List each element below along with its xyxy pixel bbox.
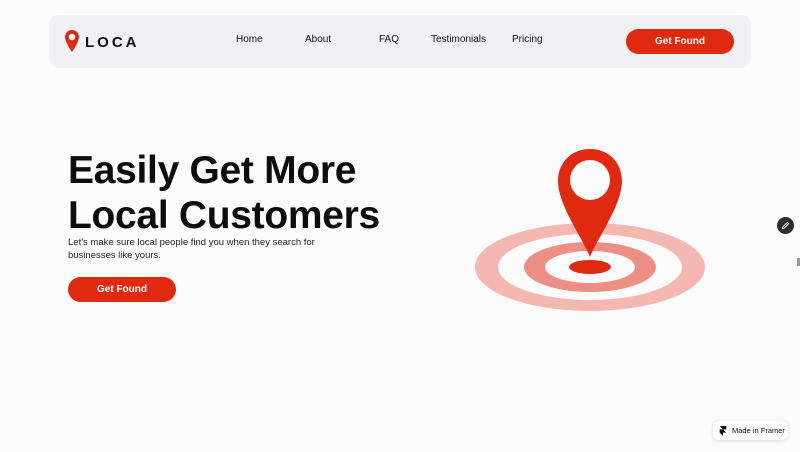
nav-item-testimonials[interactable]: Testimonials (431, 34, 486, 45)
hero-get-found-button[interactable]: Get Found (68, 277, 176, 302)
edit-button[interactable] (777, 217, 794, 234)
location-target-illustration (475, 149, 705, 311)
pencil-icon (781, 221, 790, 230)
hero-subtitle: Let's make sure local people find you wh… (68, 237, 315, 261)
nav-item-pricing[interactable]: Pricing (512, 34, 543, 45)
made-in-framer-badge[interactable]: Made in Framer (713, 421, 788, 440)
top-navbar: LOCA Home About FAQ Testimonials Pricing… (49, 15, 751, 68)
hero-title-line-2: Local Customers (68, 194, 380, 237)
brand-name: LOCA (85, 33, 140, 51)
pin-shadow (569, 260, 611, 274)
nav-get-found-button[interactable]: Get Found (626, 29, 734, 54)
nav-item-about[interactable]: About (305, 34, 331, 45)
pin-hole (570, 160, 610, 200)
brand-logo[interactable]: LOCA (65, 29, 140, 55)
badge-label: Made in Framer (732, 426, 785, 435)
nav-item-home[interactable]: Home (236, 34, 263, 45)
hero-title-line-1: Easily Get More (68, 149, 357, 192)
location-pin-icon (65, 30, 79, 52)
hero-title: Easily Get More Local Customers (68, 148, 380, 238)
nav-item-faq[interactable]: FAQ (379, 34, 399, 45)
framer-logo-icon (719, 425, 727, 436)
